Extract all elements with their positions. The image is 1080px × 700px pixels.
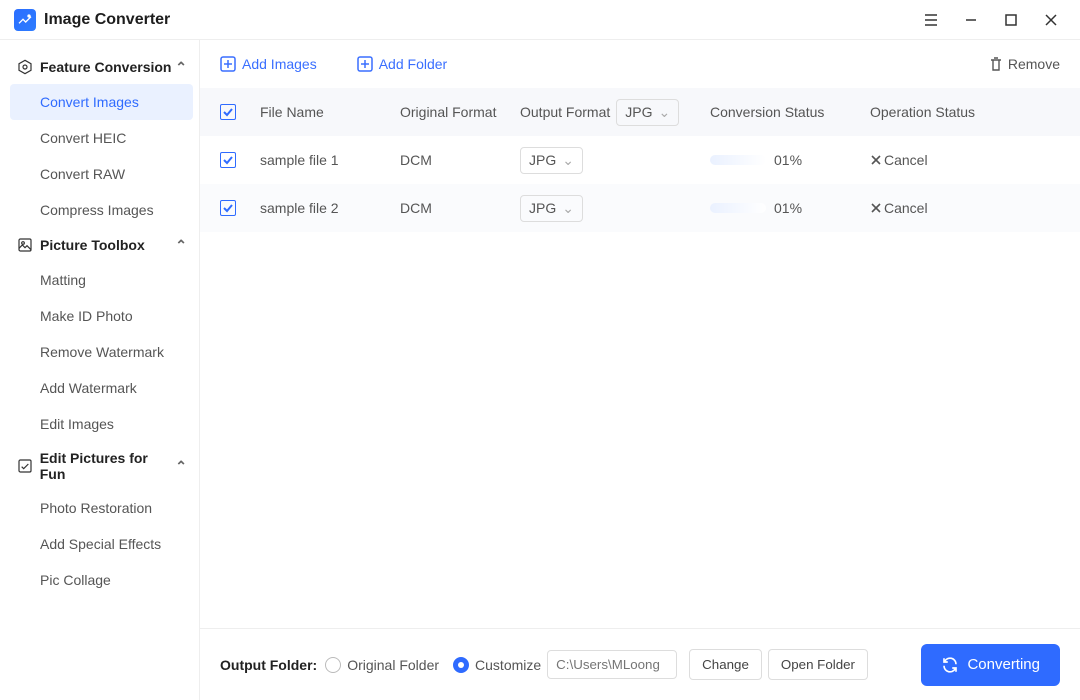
add-images-button[interactable]: Add Images [220, 56, 317, 72]
x-icon [870, 202, 882, 214]
chevron-up-icon: ⌃ [175, 237, 187, 254]
conversion-status: 01% [710, 152, 870, 168]
sidebar-section-picture-toolbox[interactable]: Picture Toolbox ⌃ [10, 228, 193, 262]
fun-icon [16, 457, 34, 475]
sidebar-item-add-watermark[interactable]: Add Watermark [10, 370, 193, 406]
converting-button[interactable]: Converting [921, 644, 1060, 686]
table-row: sample file 2 DCM JPG⌄ 01% Cancel [200, 184, 1080, 232]
sidebar-item-convert-heic[interactable]: Convert HEIC [10, 120, 193, 156]
output-folder-label: Output Folder: [220, 657, 317, 673]
col-output-format: Output Format [520, 104, 610, 120]
select-all-checkbox[interactable] [220, 104, 236, 120]
add-folder-button[interactable]: Add Folder [357, 56, 447, 72]
cancel-button[interactable]: Cancel [870, 200, 1020, 216]
footer: Output Folder: Original Folder Customize… [200, 628, 1080, 700]
conversion-status: 01% [710, 200, 870, 216]
sidebar-item-edit-images[interactable]: Edit Images [10, 406, 193, 442]
progress-bar [710, 155, 766, 165]
row-checkbox[interactable] [220, 152, 236, 168]
refresh-icon [941, 656, 959, 674]
main-panel: Add Images Add Folder Remove File Name O… [200, 40, 1080, 700]
open-folder-button[interactable]: Open Folder [768, 649, 868, 680]
remove-button[interactable]: Remove [988, 56, 1060, 72]
table-header: File Name Original Format Output Format … [200, 88, 1080, 136]
sidebar-item-convert-images[interactable]: Convert Images [10, 84, 193, 120]
table-row: sample file 1 DCM JPG⌄ 01% Cancel [200, 136, 1080, 184]
original-format: DCM [400, 152, 520, 168]
chevron-down-icon: ⌄ [562, 152, 574, 169]
sidebar-item-convert-raw[interactable]: Convert RAW [10, 156, 193, 192]
sidebar-section-feature-conversion[interactable]: Feature Conversion ⌃ [10, 50, 193, 84]
chevron-up-icon: ⌃ [175, 59, 187, 76]
sidebar-item-photo-restoration[interactable]: Photo Restoration [10, 490, 193, 526]
original-folder-label: Original Folder [347, 657, 439, 673]
app-logo-icon [14, 9, 36, 31]
chevron-up-icon: ⌃ [175, 458, 187, 475]
output-path-input[interactable] [547, 650, 677, 679]
maximize-icon[interactable] [996, 5, 1026, 35]
sidebar-item-make-id-photo[interactable]: Make ID Photo [10, 298, 193, 334]
sidebar-item-pic-collage[interactable]: Pic Collage [10, 562, 193, 598]
row-format-select[interactable]: JPG⌄ [520, 147, 583, 174]
sidebar-section-edit-pictures-for-fun[interactable]: Edit Pictures for Fun ⌃ [10, 442, 193, 490]
section-label: Feature Conversion [40, 59, 171, 75]
col-file-name: File Name [260, 104, 400, 120]
original-format: DCM [400, 200, 520, 216]
add-folder-icon [357, 56, 373, 72]
header-format-select[interactable]: JPG ⌄ [616, 99, 679, 126]
section-label: Picture Toolbox [40, 237, 145, 253]
toolbar: Add Images Add Folder Remove [200, 40, 1080, 88]
remove-label: Remove [1008, 56, 1060, 72]
sidebar-item-matting[interactable]: Matting [10, 262, 193, 298]
chevron-down-icon: ⌄ [562, 200, 574, 217]
add-image-icon [220, 56, 236, 72]
cancel-button[interactable]: Cancel [870, 152, 1020, 168]
hamburger-menu-icon[interactable] [916, 5, 946, 35]
chevron-down-icon: ⌄ [659, 104, 671, 121]
hexagon-icon [16, 58, 34, 76]
file-name: sample file 1 [260, 152, 400, 168]
sidebar-item-compress-images[interactable]: Compress Images [10, 192, 193, 228]
row-checkbox[interactable] [220, 200, 236, 216]
close-icon[interactable] [1036, 5, 1066, 35]
add-images-label: Add Images [242, 56, 317, 72]
change-button[interactable]: Change [689, 649, 762, 680]
sidebar: Feature Conversion ⌃ Convert Images Conv… [0, 40, 200, 700]
sidebar-item-add-special-effects[interactable]: Add Special Effects [10, 526, 193, 562]
titlebar: Image Converter [0, 0, 1080, 40]
customize-label: Customize [475, 657, 541, 673]
add-folder-label: Add Folder [379, 56, 447, 72]
col-original-format: Original Format [400, 104, 520, 120]
customize-radio[interactable] [453, 657, 469, 673]
row-format-select[interactable]: JPG⌄ [520, 195, 583, 222]
original-folder-radio[interactable] [325, 657, 341, 673]
minimize-icon[interactable] [956, 5, 986, 35]
col-conversion-status: Conversion Status [710, 104, 870, 120]
trash-icon [988, 56, 1004, 72]
app-title: Image Converter [44, 11, 170, 29]
sidebar-item-remove-watermark[interactable]: Remove Watermark [10, 334, 193, 370]
file-name: sample file 2 [260, 200, 400, 216]
toolbox-icon [16, 236, 34, 254]
section-label: Edit Pictures for Fun [40, 450, 176, 482]
x-icon [870, 154, 882, 166]
col-operation-status: Operation Status [870, 104, 1020, 120]
progress-bar [710, 203, 766, 213]
